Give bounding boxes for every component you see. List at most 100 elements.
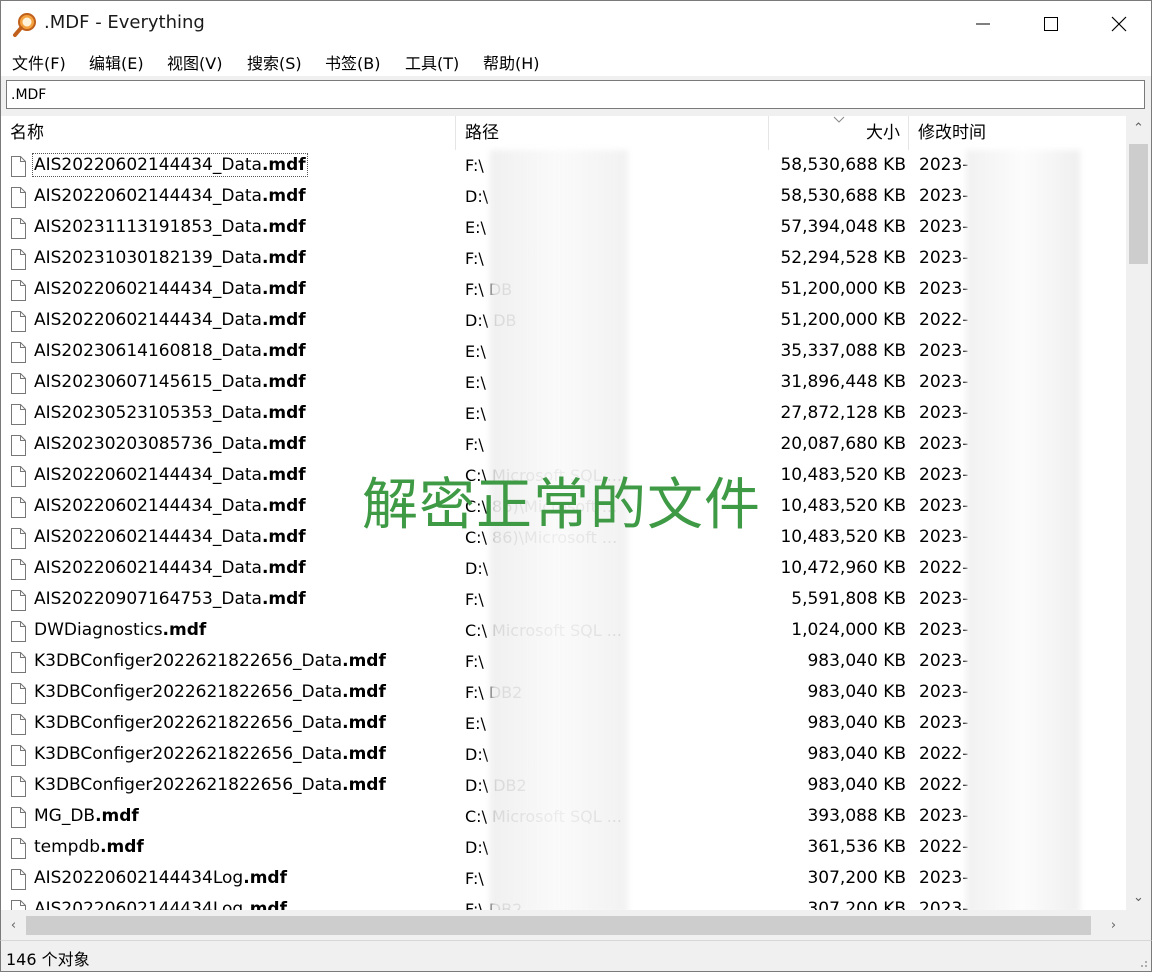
file-icon <box>11 373 26 394</box>
menu-bar: 文件(F) 编辑(E) 视图(V) 搜索(S) 书签(B) 工具(T) 帮助(H… <box>0 46 1152 76</box>
file-size: 10,472,960 KB <box>780 558 906 578</box>
file-modified-date: 2023- <box>919 186 969 206</box>
search-input[interactable] <box>6 80 1145 109</box>
sort-descending-icon <box>833 116 845 123</box>
file-size: 31,896,448 KB <box>780 372 906 392</box>
file-icon <box>11 590 26 611</box>
file-modified-date: 2023- <box>919 279 969 299</box>
horizontal-scroll-thumb[interactable] <box>26 916 1091 935</box>
file-name: AIS20230614160818_Data.mdf <box>34 341 306 361</box>
file-name: AIS20220602144434_Data.mdf <box>32 153 308 177</box>
redacted-date-region <box>966 150 1080 914</box>
menu-help[interactable]: 帮助(H) <box>483 50 540 74</box>
file-size: 983,040 KB <box>807 682 906 702</box>
file-name: K3DBConfiger2022621822656_Data.mdf <box>34 713 386 733</box>
file-icon <box>11 156 26 177</box>
file-size: 35,337,088 KB <box>780 341 906 361</box>
file-size: 58,530,688 KB <box>780 155 906 175</box>
file-name: AIS20220602144434_Data.mdf <box>34 310 306 330</box>
file-size: 983,040 KB <box>807 651 906 671</box>
file-modified-date: 2023- <box>919 403 969 423</box>
close-button[interactable] <box>1085 1 1152 47</box>
file-modified-date: 2023- <box>919 217 969 237</box>
minimize-button[interactable] <box>949 1 1017 47</box>
menu-file[interactable]: 文件(F) <box>12 50 66 74</box>
file-size: 52,294,528 KB <box>780 248 906 268</box>
file-size: 27,872,128 KB <box>780 403 906 423</box>
file-icon <box>11 466 26 487</box>
menu-view[interactable]: 视图(V) <box>167 50 222 74</box>
search-area <box>0 76 1152 116</box>
minimize-icon <box>976 23 990 25</box>
file-icon <box>11 528 26 549</box>
file-size: 57,394,048 KB <box>780 217 906 237</box>
file-modified-date: 2023- <box>919 496 969 516</box>
file-name: AIS20220602144434_Data.mdf <box>34 527 306 547</box>
file-name: AIS20230523105353_Data.mdf <box>34 403 306 423</box>
window-title: .MDF - Everything <box>44 12 205 33</box>
file-modified-date: 2023- <box>919 682 969 702</box>
file-name: K3DBConfiger2022621822656_Data.mdf <box>34 682 386 702</box>
vertical-scrollbar[interactable]: ⌃ ⌄ <box>1126 116 1151 910</box>
file-name: tempdb.mdf <box>34 837 144 857</box>
resize-grip-icon[interactable] <box>1136 956 1148 968</box>
file-icon <box>11 807 26 828</box>
watermark-text: 解密正常的文件 <box>362 473 761 538</box>
file-size: 361,536 KB <box>807 837 906 857</box>
file-icon <box>11 187 26 208</box>
file-modified-date: 2022- <box>919 744 969 764</box>
scroll-up-icon[interactable]: ⌃ <box>1126 116 1151 141</box>
column-header-date[interactable]: 修改时间 <box>909 116 1127 150</box>
menu-tools[interactable]: 工具(T) <box>405 50 459 74</box>
maximize-button[interactable] <box>1017 1 1085 47</box>
file-modified-date: 2023- <box>919 806 969 826</box>
file-modified-date: 2023- <box>919 434 969 454</box>
file-name: AIS20220602144434Log.mdf <box>34 868 287 888</box>
file-icon <box>11 652 26 673</box>
file-modified-date: 2023- <box>919 465 969 485</box>
file-size: 51,200,000 KB <box>780 310 906 330</box>
magnifier-app-icon <box>13 13 36 37</box>
file-modified-date: 2023- <box>919 341 969 361</box>
file-name: AIS20220602144434_Data.mdf <box>34 496 306 516</box>
file-name: AIS20220602144434_Data.mdf <box>34 279 306 299</box>
file-size: 1,024,000 KB <box>791 620 906 640</box>
menu-bookmarks[interactable]: 书签(B) <box>325 50 380 74</box>
file-size: 10,483,520 KB <box>780 527 906 547</box>
column-header-path[interactable]: 路径 <box>456 116 769 150</box>
file-icon <box>11 838 26 859</box>
file-name: AIS20220602144434_Data.mdf <box>34 558 306 578</box>
file-icon <box>11 404 26 425</box>
file-size: 51,200,000 KB <box>780 279 906 299</box>
file-icon <box>11 435 26 456</box>
maximize-icon <box>1044 17 1058 31</box>
horizontal-scrollbar[interactable]: ‹ › <box>1 910 1151 940</box>
file-size: 983,040 KB <box>807 775 906 795</box>
scroll-right-icon[interactable]: › <box>1101 913 1126 938</box>
file-size: 983,040 KB <box>807 744 906 764</box>
file-icon <box>11 621 26 642</box>
file-size: 393,088 KB <box>807 806 906 826</box>
scroll-left-icon[interactable]: ‹ <box>1 913 26 938</box>
file-name: AIS20220602144434_Data.mdf <box>34 465 306 485</box>
file-icon <box>11 311 26 332</box>
file-modified-date: 2022- <box>919 310 969 330</box>
file-name: AIS20230607145615_Data.mdf <box>34 372 306 392</box>
vertical-scroll-thumb[interactable] <box>1129 144 1148 264</box>
file-icon <box>11 342 26 363</box>
file-modified-date: 2023- <box>919 620 969 640</box>
file-icon <box>11 497 26 518</box>
status-bar: 146 个对象 <box>0 940 1152 972</box>
close-icon <box>1111 16 1127 32</box>
file-modified-date: 2023- <box>919 527 969 547</box>
scroll-down-icon[interactable]: ⌄ <box>1126 885 1151 910</box>
column-header-name[interactable]: 名称 <box>1 116 456 150</box>
menu-edit[interactable]: 编辑(E) <box>89 50 144 74</box>
file-name: AIS20230203085736_Data.mdf <box>34 434 306 454</box>
file-size: 307,200 KB <box>807 868 906 888</box>
file-modified-date: 2023- <box>919 868 969 888</box>
file-size: 5,591,808 KB <box>791 589 906 609</box>
file-icon <box>11 218 26 239</box>
file-size: 983,040 KB <box>807 713 906 733</box>
menu-search[interactable]: 搜索(S) <box>247 50 302 74</box>
